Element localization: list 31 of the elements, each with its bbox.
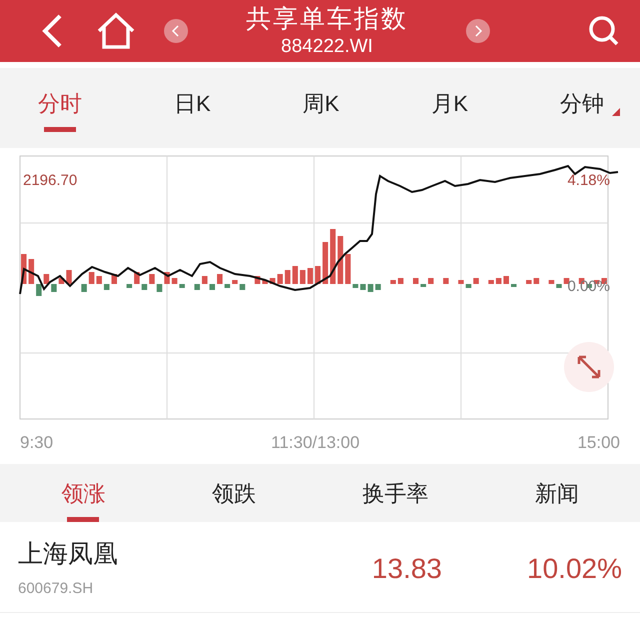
stock-code: 600679.SH xyxy=(18,578,94,598)
tab[interactable]: 日K xyxy=(174,86,211,120)
stock-name: 上海凤凰 xyxy=(18,539,119,570)
tab[interactable]: 月K xyxy=(431,86,468,120)
time-axis-label: 15:00 xyxy=(577,432,620,454)
expand-icon xyxy=(577,355,601,379)
dropdown-caret-icon xyxy=(612,108,620,116)
next-icon[interactable] xyxy=(466,19,490,43)
tab[interactable]: 新闻 xyxy=(534,476,579,510)
pct-high-label: 4.18% xyxy=(567,171,610,191)
stock-price: 13.83 xyxy=(370,552,442,586)
previous-icon[interactable] xyxy=(164,19,188,43)
time-axis-label: 9:30 xyxy=(20,432,54,454)
selected-underline xyxy=(67,516,100,522)
tab[interactable]: 领跌 xyxy=(212,476,256,510)
tab[interactable]: 分时 xyxy=(38,86,82,120)
search-icon[interactable] xyxy=(588,15,620,47)
pct-mid-label: 0.00% xyxy=(567,277,610,297)
time-axis-label: 11:30/13:00 xyxy=(271,432,360,454)
tab[interactable]: 领涨 xyxy=(61,476,106,510)
tab[interactable]: 换手率 xyxy=(362,476,428,510)
stock-change: 10.02% xyxy=(526,552,622,586)
tab[interactable]: 周K xyxy=(302,86,340,120)
price-high-label: 2196.70 xyxy=(23,171,78,191)
home-icon[interactable] xyxy=(96,12,136,50)
back-icon[interactable] xyxy=(40,13,64,49)
index-title: 共享单车指数 xyxy=(246,4,408,34)
fullscreen-button[interactable] xyxy=(564,342,614,392)
selected-underline xyxy=(44,126,76,132)
tab[interactable]: 分钟 xyxy=(560,86,604,120)
index-code: 884222.WI xyxy=(281,34,373,58)
